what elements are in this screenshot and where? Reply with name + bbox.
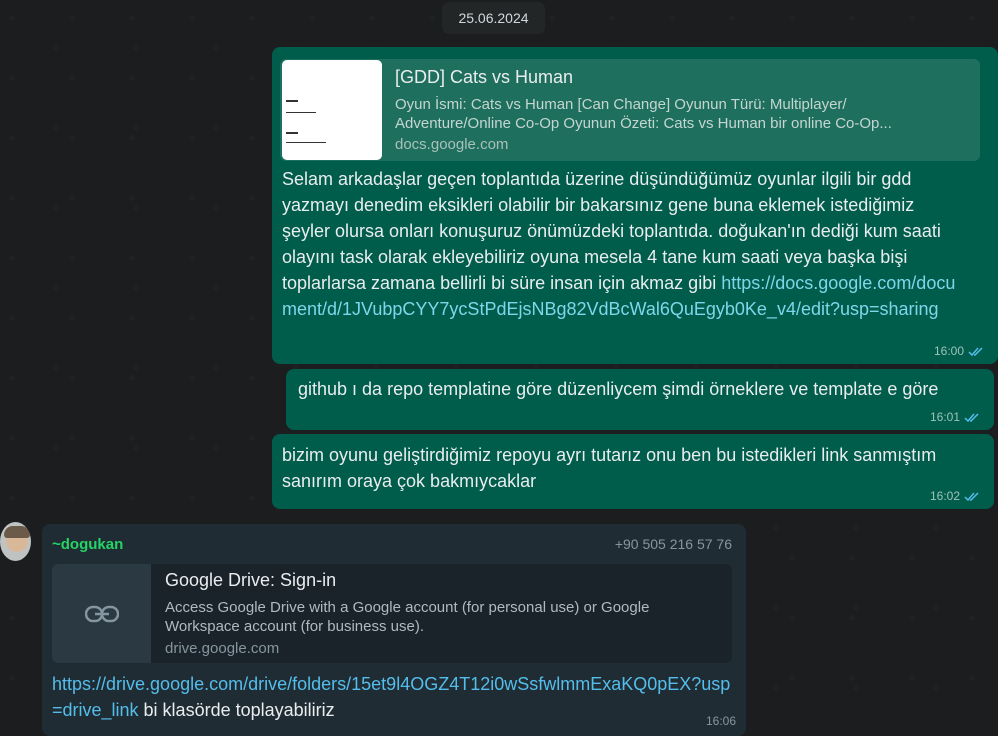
avatar[interactable] bbox=[0, 522, 31, 561]
link-preview-card[interactable]: [GDD] Cats vs Human Oyun İsmi: Cats vs H… bbox=[280, 59, 980, 161]
double-check-icon bbox=[964, 491, 979, 501]
message-time: 16:02 bbox=[929, 489, 960, 503]
outgoing-message[interactable]: github ı da repo templatine göre düzenli… bbox=[286, 369, 994, 430]
link-preview-domain: drive.google.com bbox=[165, 640, 280, 657]
message-text: github ı da repo templatine göre düzenli… bbox=[298, 379, 939, 399]
message-text: bizim oyunu geliştirdiğimiz repoyu ayrı … bbox=[282, 445, 937, 491]
message-text: https://drive.google.com/drive/folders/1… bbox=[52, 671, 732, 723]
link-preview-card[interactable]: Google Drive: Sign-in Access Google Driv… bbox=[52, 564, 732, 663]
sender-name[interactable]: ~dogukan bbox=[52, 536, 123, 553]
avatar-hair bbox=[4, 526, 30, 538]
link-preview-description: Access Google Drive with a Google accoun… bbox=[165, 599, 650, 635]
link-preview-description: Oyun İsmi: Cats vs Human [Can Change] Oy… bbox=[395, 96, 892, 132]
double-check-icon bbox=[968, 346, 983, 356]
message-meta: 16:02 bbox=[930, 489, 980, 503]
link-icon bbox=[84, 605, 119, 622]
link-thumbnail bbox=[52, 564, 151, 663]
message-time: 16:00 bbox=[933, 344, 964, 358]
message-body: bi klasörde toplayabiliriz bbox=[138, 700, 335, 720]
link-preview-title: Google Drive: Sign-in bbox=[165, 570, 337, 590]
incoming-message[interactable]: ~dogukan +90 505 216 57 76 Google Drive:… bbox=[42, 524, 746, 736]
sender-phone: +90 505 216 57 76 bbox=[614, 536, 732, 552]
date-chip: 25.06.2024 bbox=[442, 2, 545, 34]
document-thumbnail bbox=[282, 60, 382, 160]
message-time: 16:01 bbox=[929, 410, 960, 424]
outgoing-message[interactable]: bizim oyunu geliştirdiğimiz repoyu ayrı … bbox=[272, 434, 994, 509]
message-meta: 16:00 bbox=[934, 344, 984, 358]
link-preview-domain: docs.google.com bbox=[395, 136, 509, 153]
message-time: 16:06 bbox=[705, 714, 736, 728]
double-check-icon bbox=[964, 412, 979, 422]
message-text: Selam arkadaşlar geçen toplantıda üzerin… bbox=[282, 166, 962, 322]
outgoing-message[interactable]: [GDD] Cats vs Human Oyun İsmi: Cats vs H… bbox=[272, 47, 998, 364]
link-preview-title: [GDD] Cats vs Human bbox=[395, 67, 574, 87]
message-meta: 16:01 bbox=[930, 410, 980, 424]
